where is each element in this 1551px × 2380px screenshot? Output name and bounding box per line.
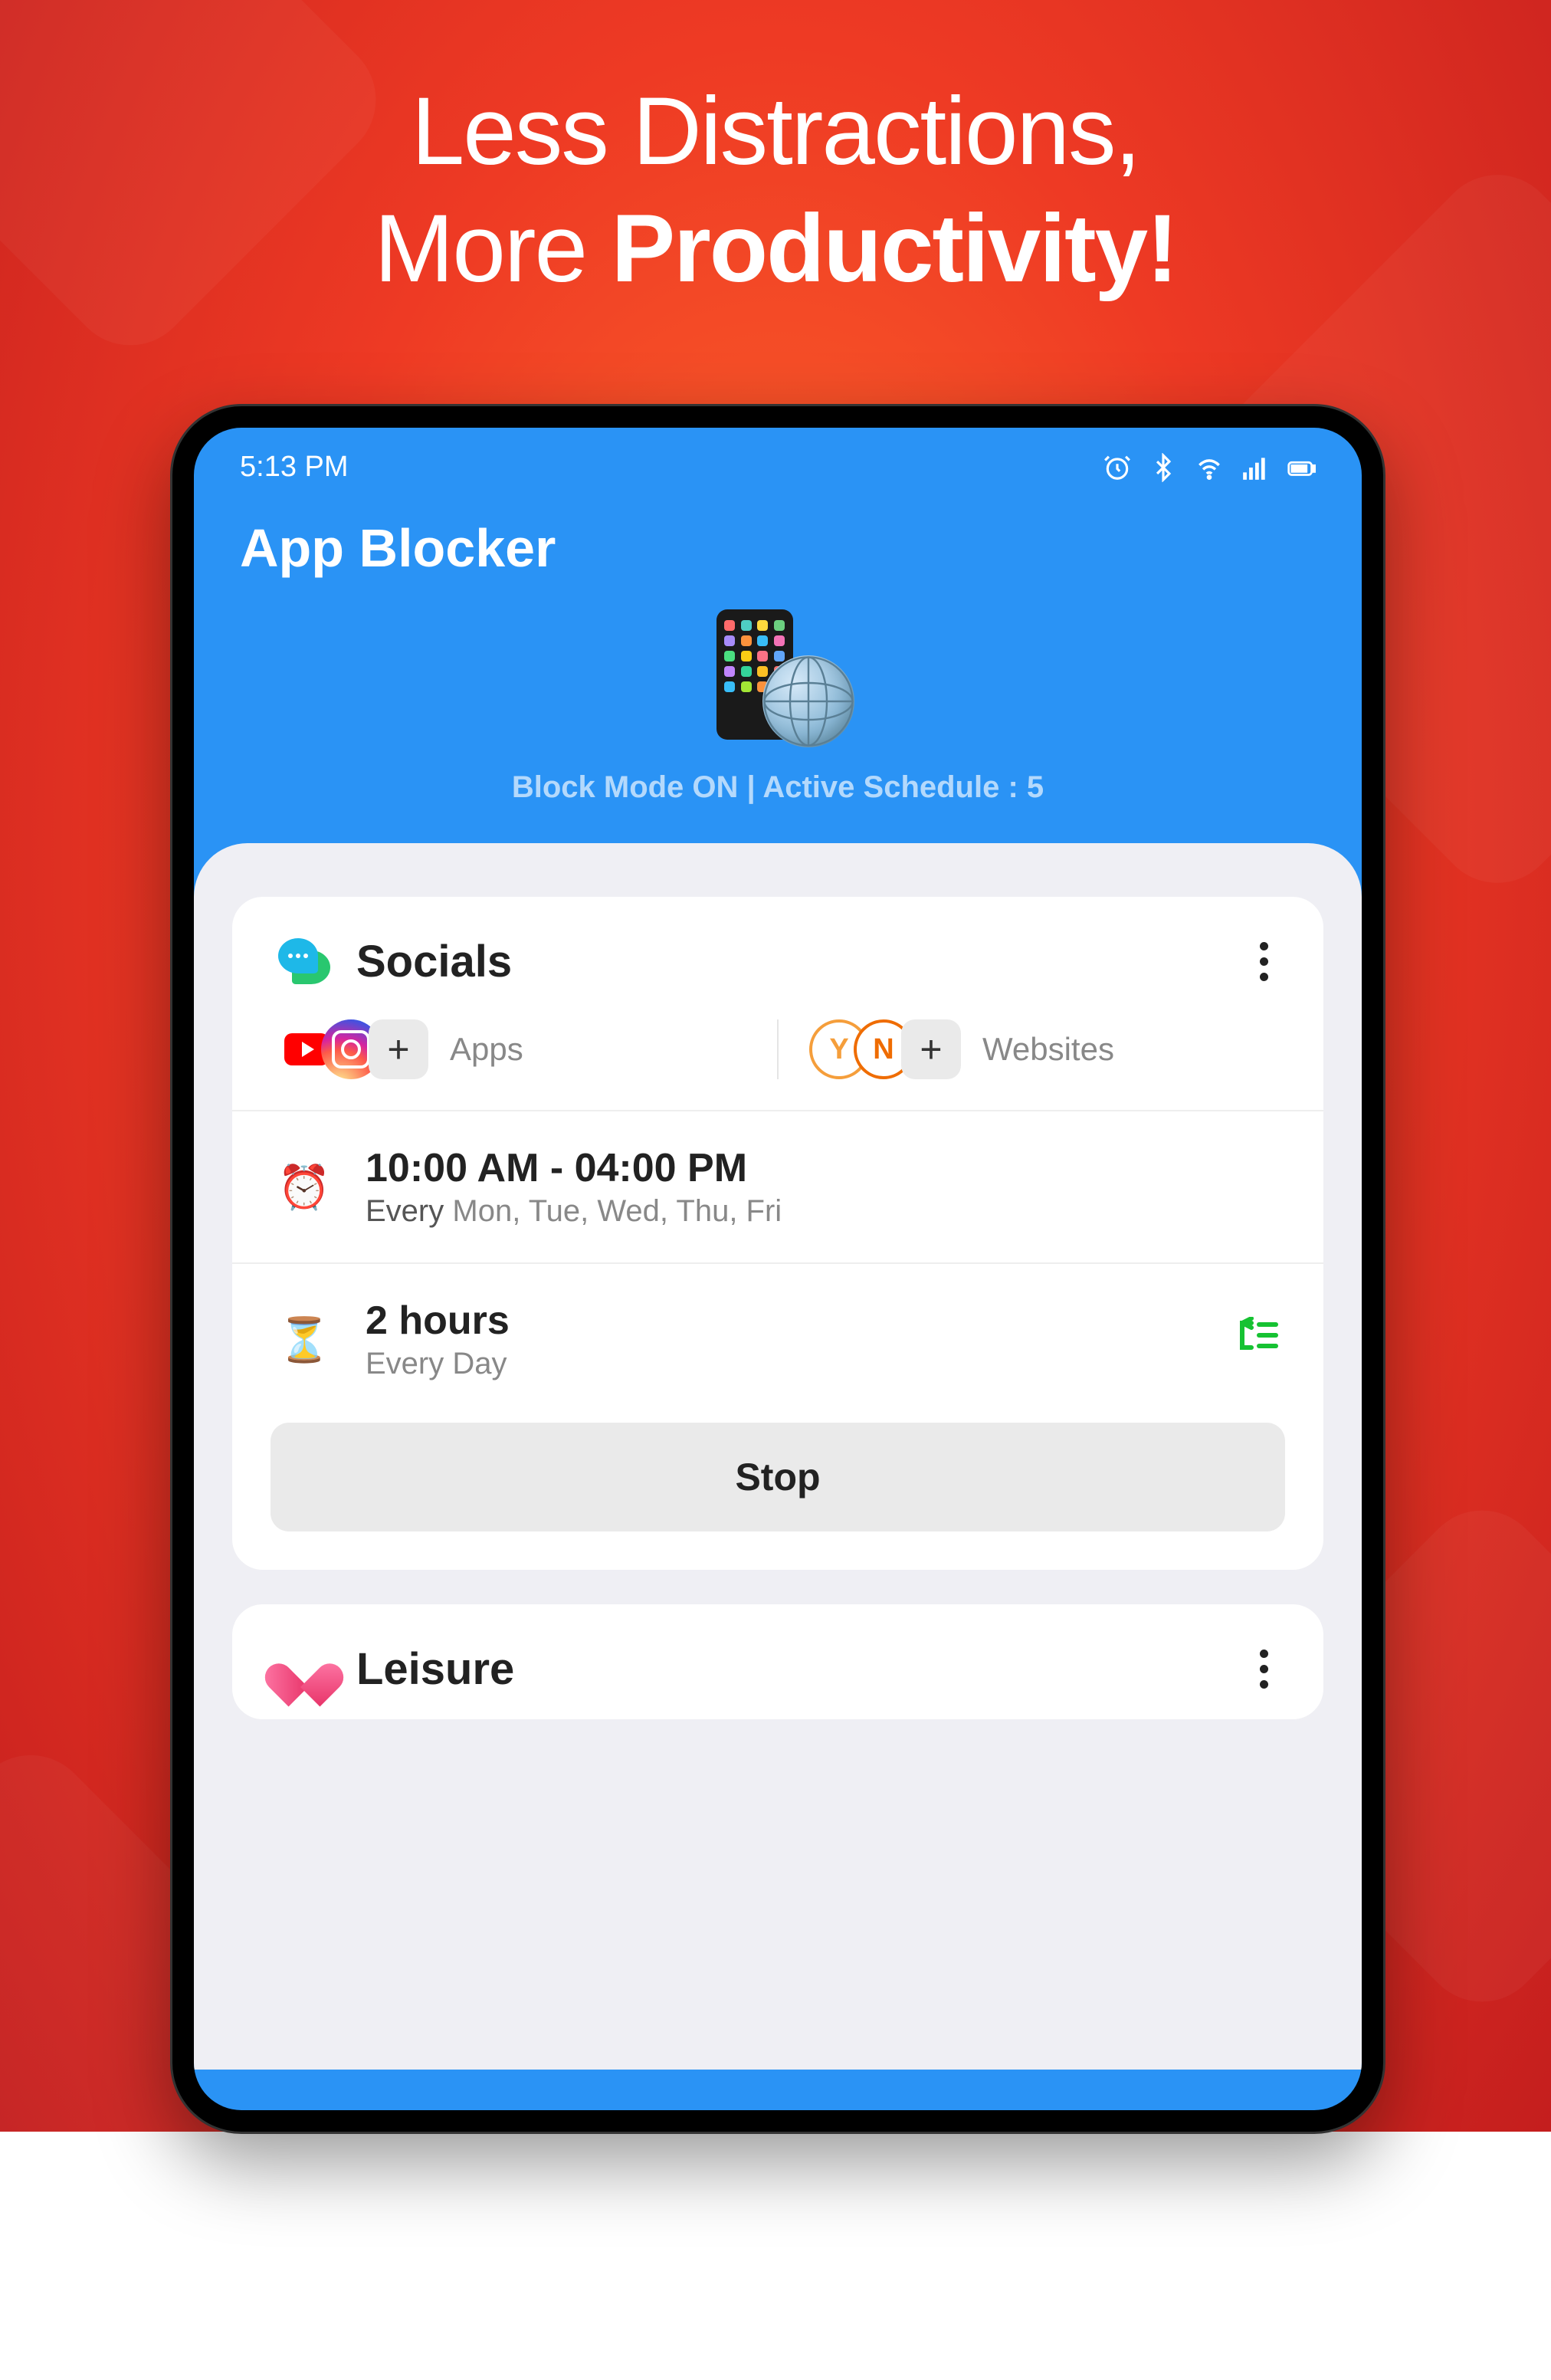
card-socials: Socials + Apps Y bbox=[232, 897, 1323, 1570]
app-screen: 5:13 PM App Blocker bbox=[194, 428, 1362, 2110]
content-area: Socials + Apps Y bbox=[194, 843, 1362, 2070]
card-title-socials: Socials bbox=[356, 936, 1248, 987]
status-bar: 5:13 PM bbox=[194, 428, 1362, 499]
socials-icon bbox=[277, 934, 332, 989]
hero-icon bbox=[194, 609, 1362, 747]
websites-label: Websites bbox=[982, 1031, 1114, 1068]
card-menu-socials[interactable] bbox=[1248, 938, 1279, 984]
bluetooth-icon bbox=[1149, 453, 1178, 482]
card-title-leisure: Leisure bbox=[356, 1643, 1248, 1695]
schedule-time: 10:00 AM - 04:00 PM bbox=[366, 1145, 1279, 1191]
signal-icon bbox=[1241, 453, 1270, 482]
alarm-icon bbox=[1103, 453, 1132, 482]
block-mode-status: Block Mode ON | Active Schedule : 5 bbox=[194, 770, 1362, 843]
app-title: App Blocker bbox=[194, 499, 1362, 602]
schedule-row[interactable]: ⏰ 10:00 AM - 04:00 PM Every Mon, Tue, We… bbox=[232, 1111, 1323, 1262]
headline-line1: Less Distractions, bbox=[0, 77, 1551, 186]
globe-icon bbox=[762, 655, 854, 747]
limit-frequency: Every Day bbox=[366, 1347, 1236, 1381]
limit-row[interactable]: ⏳ 2 hours Every Day bbox=[232, 1264, 1323, 1415]
apps-group: + Apps bbox=[277, 1019, 746, 1079]
add-website-button[interactable]: + bbox=[901, 1019, 961, 1079]
card-menu-leisure[interactable] bbox=[1248, 1646, 1279, 1692]
card-header-leisure: Leisure bbox=[232, 1604, 1323, 1719]
websites-group: Y N + Websites bbox=[777, 1019, 1279, 1079]
schedule-days: Every Mon, Tue, Wed, Thu, Fri bbox=[366, 1194, 1279, 1229]
headline: Less Distractions, More Productivity! bbox=[0, 77, 1551, 304]
leisure-icon bbox=[277, 1641, 332, 1696]
hourglass-icon: ⏳ bbox=[277, 1315, 332, 1365]
recurring-icon bbox=[1236, 1317, 1279, 1363]
clock-icon: ⏰ bbox=[277, 1162, 332, 1213]
tablet-frame: 5:13 PM App Blocker bbox=[172, 406, 1383, 2132]
status-time: 5:13 PM bbox=[240, 451, 349, 484]
limit-duration: 2 hours bbox=[366, 1298, 1236, 1344]
apps-label: Apps bbox=[450, 1031, 523, 1068]
add-app-button[interactable]: + bbox=[369, 1019, 428, 1079]
card-header-socials: Socials bbox=[232, 897, 1323, 1012]
battery-icon bbox=[1287, 453, 1316, 482]
headline-line2: More Productivity! bbox=[0, 194, 1551, 304]
wifi-icon bbox=[1195, 453, 1224, 482]
status-icons bbox=[1103, 453, 1316, 482]
stop-button[interactable]: Stop bbox=[271, 1423, 1285, 1531]
apps-websites-row: + Apps Y N + Websites bbox=[232, 1012, 1323, 1110]
card-leisure: Leisure bbox=[232, 1604, 1323, 1719]
